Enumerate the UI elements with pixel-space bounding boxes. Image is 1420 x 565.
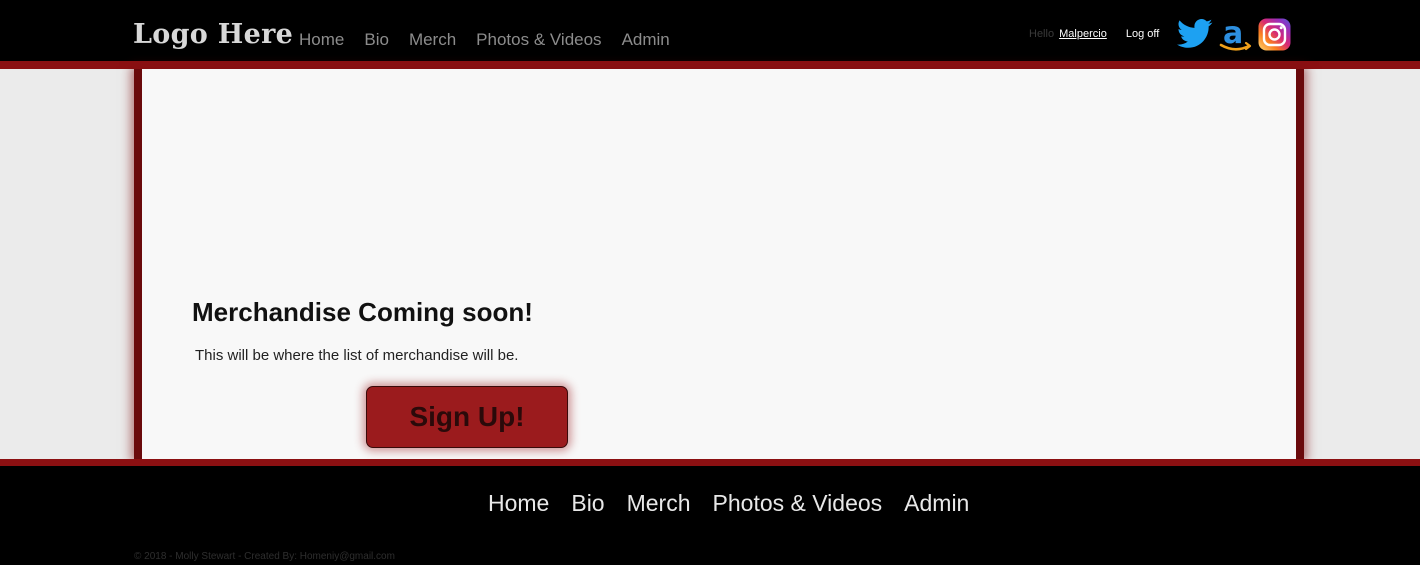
nav-photos-videos[interactable]: Photos & Videos (476, 30, 601, 50)
nav-home[interactable]: Home (299, 30, 344, 50)
user-box: Hello Malpercio Log off (1029, 28, 1159, 40)
footer-nav-admin[interactable]: Admin (904, 490, 969, 517)
site-logo[interactable]: Logo Here (133, 19, 293, 50)
footer-nav: Home Bio Merch Photos & Videos Admin (488, 490, 969, 517)
footer-divider (0, 459, 1420, 466)
sign-up-button[interactable]: Sign Up! (366, 386, 568, 448)
header-divider (0, 61, 1420, 69)
content-panel: Merchandise Coming soon! This will be wh… (142, 69, 1296, 459)
nav-bio[interactable]: Bio (364, 30, 389, 50)
username-link[interactable]: Malpercio (1059, 28, 1107, 40)
logoff-link[interactable]: Log off (1126, 28, 1159, 40)
twitter-icon[interactable] (1177, 18, 1213, 55)
footer-nav-bio[interactable]: Bio (571, 490, 604, 517)
page-title: Merchandise Coming soon! (192, 297, 533, 327)
merch-description: This will be where the list of merchandi… (195, 347, 519, 364)
header-nav: Home Bio Merch Photos & Videos Admin (299, 30, 670, 50)
header-bar: Logo Here Home Bio Merch Photos & Videos… (0, 0, 1420, 61)
footer-nav-home[interactable]: Home (488, 490, 549, 517)
copyright-text: © 2018 - Molly Stewart - Created By: Hom… (134, 551, 395, 562)
nav-admin[interactable]: Admin (622, 30, 670, 50)
hello-label: Hello (1029, 28, 1055, 40)
instagram-icon[interactable] (1258, 18, 1291, 56)
footer-nav-photos-videos[interactable]: Photos & Videos (713, 490, 883, 517)
amazon-icon[interactable]: a (1218, 16, 1254, 59)
footer-nav-merch[interactable]: Merch (627, 490, 691, 517)
nav-merch[interactable]: Merch (409, 30, 456, 50)
footer: Home Bio Merch Photos & Videos Admin © 2… (0, 466, 1420, 565)
